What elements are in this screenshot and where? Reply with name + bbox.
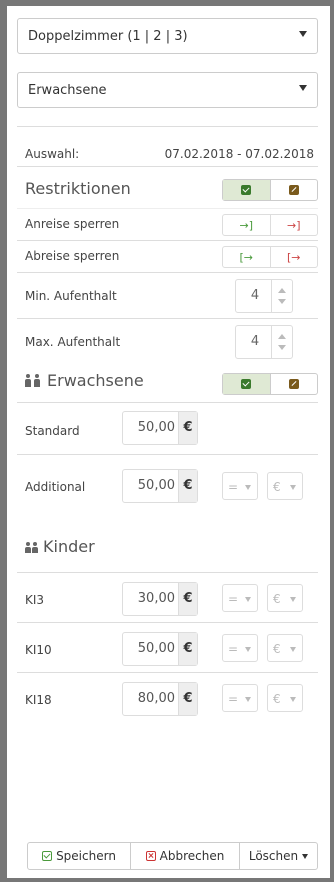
operator-select[interactable]: = [222, 584, 258, 612]
unit-select[interactable]: € [267, 684, 303, 712]
price-value: 50,00 [137, 641, 175, 656]
operator-select[interactable]: = [222, 634, 258, 662]
price-input[interactable]: 50,00 € [122, 632, 198, 666]
departure-unlock-icon[interactable]: [→ [223, 247, 270, 267]
unit-select[interactable]: € [267, 584, 303, 612]
children-icon [25, 541, 39, 553]
min-stay-stepper[interactable]: 4 [235, 279, 293, 313]
price-row-standard: Standard 50,00 € [17, 403, 318, 455]
adults-header: Erwachsene [17, 363, 318, 403]
price-label: Additional [25, 480, 86, 494]
adults-toggle[interactable] [222, 373, 318, 395]
adults-title: Erwachsene [47, 371, 144, 390]
save-button[interactable]: Speichern [28, 843, 130, 869]
increment-icon[interactable] [278, 334, 286, 339]
price-value: 30,00 [137, 591, 175, 606]
arrival-row: Anreise sperren →] →] [17, 209, 318, 241]
price-row-additional: Additional 50,00 € = € [17, 455, 318, 517]
price-row-child: KI18 80,00 € = € [17, 673, 318, 723]
max-stay-row: Max. Aufenthalt 4 [17, 319, 318, 363]
price-input[interactable]: 30,00 € [122, 582, 198, 616]
decrement-icon[interactable] [278, 299, 286, 304]
cancel-button[interactable]: Abbrechen [130, 843, 239, 869]
chevron-down-icon [299, 85, 307, 91]
selection-range: 07.02.2018 - 07.02.2018 [164, 147, 314, 161]
children-title: Kinder [43, 537, 95, 556]
adults-title-wrap: Erwachsene [25, 371, 144, 390]
price-input[interactable]: 80,00 € [122, 682, 198, 716]
departure-lock-icon[interactable]: [→ [269, 247, 318, 267]
delete-label: Löschen [248, 849, 299, 863]
departure-toggle[interactable]: [→ [→ [222, 246, 318, 268]
price-label: KI3 [25, 593, 45, 607]
unit-select[interactable]: € [267, 472, 303, 500]
room-type-value: Doppelzimmer (1 | 2 | 3) [28, 28, 188, 44]
price-label: KI10 [25, 643, 52, 657]
restrictions-header: Restriktionen [17, 167, 318, 209]
price-input[interactable]: 50,00 € [122, 469, 198, 503]
price-value: 50,00 [137, 420, 175, 435]
arrival-label: Anreise sperren [25, 217, 120, 231]
currency-addon: € [178, 633, 197, 665]
currency-addon: € [178, 412, 197, 444]
operator-select[interactable]: = [222, 472, 258, 500]
close-icon [145, 851, 156, 861]
price-row-child: KI3 30,00 € = € [17, 573, 318, 623]
chevron-down-icon [302, 853, 309, 859]
arrival-unlock-icon[interactable]: →] [223, 215, 270, 235]
decrement-icon[interactable] [278, 345, 286, 350]
selection-row: Auswahl: 07.02.2018 - 07.02.2018 [17, 127, 318, 167]
guest-type-select[interactable]: Erwachsene [17, 72, 318, 108]
check-button[interactable] [223, 374, 270, 394]
check-button[interactable] [223, 180, 270, 200]
people-icon [25, 373, 43, 387]
price-label: Standard [25, 424, 80, 438]
price-value: 50,00 [137, 478, 175, 493]
children-header: Kinder [17, 517, 318, 573]
departure-label: Abreise sperren [25, 249, 120, 263]
arrival-lock-icon[interactable]: →] [269, 215, 318, 235]
rate-panel: Auswahl: 07.02.2018 - 07.02.2018 Restrik… [17, 126, 318, 860]
guest-type-value: Erwachsene [28, 82, 107, 98]
delete-button[interactable]: Löschen [239, 843, 317, 869]
currency-addon: € [178, 470, 197, 502]
price-input[interactable]: 50,00 € [122, 411, 198, 445]
price-value: 80,00 [137, 691, 175, 706]
check-icon [241, 185, 252, 195]
children-title-wrap: Kinder [25, 537, 95, 556]
cancel-label: Abbrechen [159, 849, 225, 863]
currency-addon: € [178, 583, 197, 615]
restrictions-toggle[interactable] [222, 179, 318, 201]
chevron-down-icon [299, 31, 307, 37]
increment-icon[interactable] [278, 288, 286, 293]
unit-select[interactable]: € [267, 634, 303, 662]
min-stay-row: Min. Aufenthalt 4 [17, 273, 318, 319]
operator-select[interactable]: = [222, 684, 258, 712]
save-check-icon [42, 851, 53, 861]
selection-label: Auswahl: [25, 147, 80, 161]
max-stay-stepper[interactable]: 4 [235, 325, 293, 359]
edit-icon [288, 379, 299, 389]
edit-button[interactable] [269, 374, 318, 394]
save-label: Speichern [56, 849, 116, 863]
edit-button[interactable] [269, 180, 318, 200]
min-stay-label: Min. Aufenthalt [25, 289, 117, 303]
max-stay-value: 4 [250, 334, 260, 349]
room-type-select[interactable]: Doppelzimmer (1 | 2 | 3) [17, 18, 318, 54]
currency-addon: € [178, 683, 197, 715]
action-bar: Speichern Abbrechen Löschen [27, 842, 318, 870]
price-label: KI18 [25, 693, 52, 707]
price-row-child: KI10 50,00 € = € [17, 623, 318, 673]
departure-row: Abreise sperren [→ [→ [17, 241, 318, 273]
min-stay-value: 4 [250, 288, 260, 303]
check-icon [241, 379, 252, 389]
max-stay-label: Max. Aufenthalt [25, 335, 121, 349]
restrictions-title: Restriktionen [25, 179, 131, 198]
arrival-toggle[interactable]: →] →] [222, 214, 318, 236]
edit-icon [288, 185, 299, 195]
